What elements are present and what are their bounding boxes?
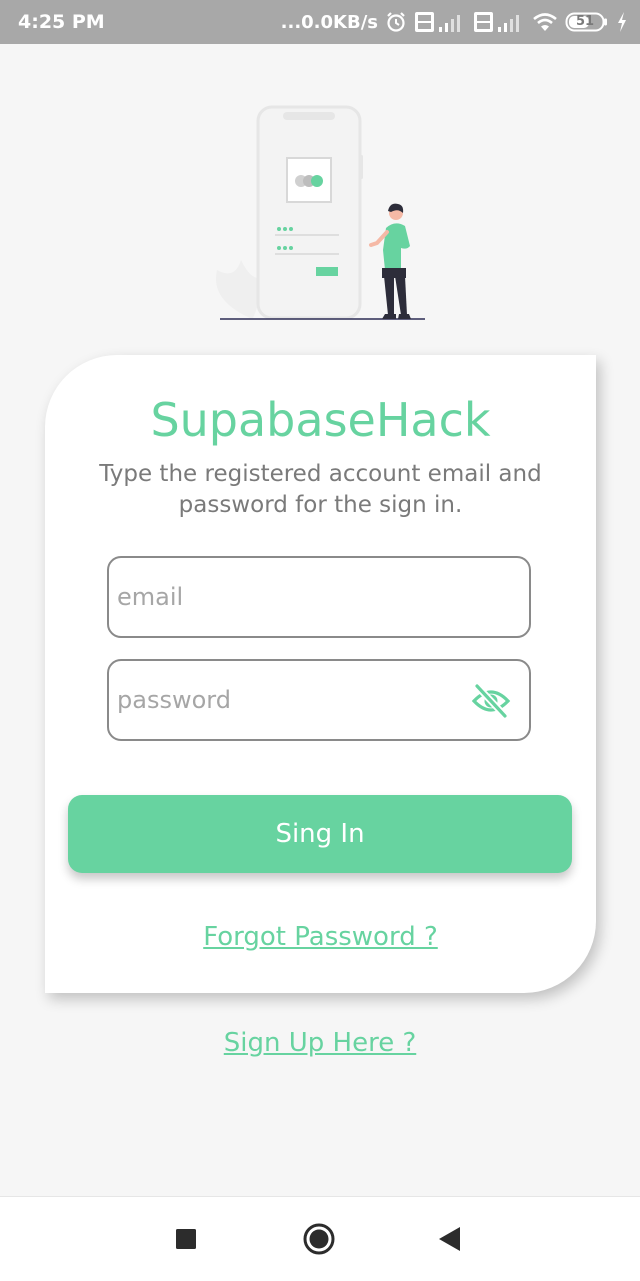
wifi-icon [532, 11, 558, 33]
network-speed: ...0.0KB/s [280, 11, 378, 33]
volte-signal-icon [414, 11, 466, 33]
status-icons: ...0.0KB/s 51 [281, 8, 628, 36]
battery-level: 51 [575, 14, 595, 29]
back-icon[interactable] [436, 1225, 462, 1253]
recent-apps-icon[interactable] [174, 1227, 198, 1251]
login-illustration [205, 100, 435, 325]
status-time: 4:25 PM [18, 11, 105, 33]
app-title: SupabaseHack [150, 393, 491, 447]
email-input[interactable] [117, 558, 457, 636]
password-field[interactable] [107, 659, 531, 741]
battery-icon: 51 [565, 11, 609, 33]
status-bar: 4:25 PM ...0.0KB/s 51 [0, 0, 640, 44]
navigation-bar [0, 1196, 640, 1281]
sign-up-link[interactable]: Sign Up Here ? [0, 1028, 640, 1058]
email-field[interactable] [107, 556, 531, 638]
charging-icon [616, 11, 628, 33]
login-card: SupabaseHack Type the registered account… [45, 355, 596, 993]
home-icon[interactable] [302, 1222, 336, 1256]
password-input[interactable] [117, 661, 457, 739]
forgot-password-link[interactable]: Forgot Password ? [45, 922, 596, 952]
volte-signal-icon [473, 11, 525, 33]
eye-off-icon[interactable] [471, 682, 511, 720]
alarm-icon [385, 11, 407, 33]
login-subtitle: Type the registered account email and pa… [99, 461, 542, 518]
sign-in-button[interactable]: Sing In [68, 795, 572, 873]
